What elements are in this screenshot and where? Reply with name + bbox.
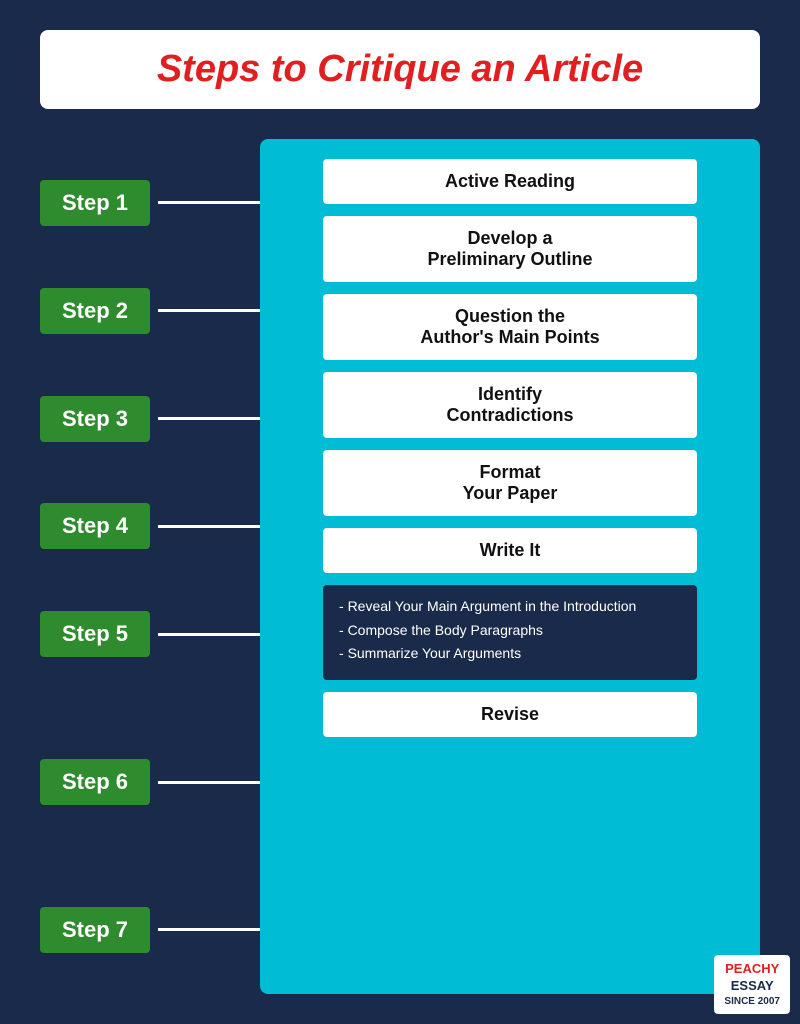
connector-5 <box>158 633 260 636</box>
brand-peachy: PEACHY <box>724 961 780 978</box>
step-row-2: Step 2 <box>40 271 260 351</box>
step-badge-1: Step 1 <box>40 180 150 226</box>
step-card-7: Revise <box>323 692 697 737</box>
step-badge-7: Step 7 <box>40 907 150 953</box>
connector-6 <box>158 781 260 784</box>
connector-4 <box>158 525 260 528</box>
connector-1 <box>158 201 260 204</box>
step-row-3: Step 3 <box>40 379 260 459</box>
connector-7 <box>158 928 260 931</box>
steps-column: Step 1 Step 2 Step 3 Step 4 Step 5 Step … <box>40 139 260 994</box>
step-row-4: Step 4 <box>40 486 260 566</box>
step-row-5: Step 5 <box>40 594 260 674</box>
step6-list: Reveal Your Main Argument in the Introdu… <box>339 597 681 664</box>
step6-list-item-3: Summarize Your Arguments <box>339 644 681 664</box>
main-content: Step 1 Step 2 Step 3 Step 4 Step 5 Step … <box>40 139 760 994</box>
page-title: Steps to Critique an Article <box>80 48 720 91</box>
step-card-3: Question theAuthor's Main Points <box>323 294 697 360</box>
step-badge-2: Step 2 <box>40 288 150 334</box>
step-row-1: Step 1 <box>40 163 260 243</box>
step-badge-3: Step 3 <box>40 396 150 442</box>
step-card-6-detail: Reveal Your Main Argument in the Introdu… <box>323 585 697 680</box>
brand-essay: ESSAY <box>724 978 780 995</box>
connector-2 <box>158 309 260 312</box>
brand-since: SINCE 2007 <box>724 995 780 1008</box>
step-card-5: FormatYour Paper <box>323 450 697 516</box>
title-box: Steps to Critique an Article <box>40 30 760 109</box>
step6-list-item-2: Compose the Body Paragraphs <box>339 621 681 641</box>
step-row-6: Step 6 <box>40 702 260 862</box>
step-badge-4: Step 4 <box>40 503 150 549</box>
step-card-6-title: Write It <box>323 528 697 573</box>
step-badge-6: Step 6 <box>40 759 150 805</box>
step-row-7: Step 7 <box>40 890 260 970</box>
step-card-1: Active Reading <box>323 159 697 204</box>
step-card-2: Develop aPreliminary Outline <box>323 216 697 282</box>
step6-list-item-1: Reveal Your Main Argument in the Introdu… <box>339 597 681 617</box>
step-badge-5: Step 5 <box>40 611 150 657</box>
connector-3 <box>158 417 260 420</box>
watermark: PEACHY ESSAY SINCE 2007 <box>714 955 790 1014</box>
right-panel: Active Reading Develop aPreliminary Outl… <box>260 139 760 994</box>
step-card-4: IdentifyContradictions <box>323 372 697 438</box>
